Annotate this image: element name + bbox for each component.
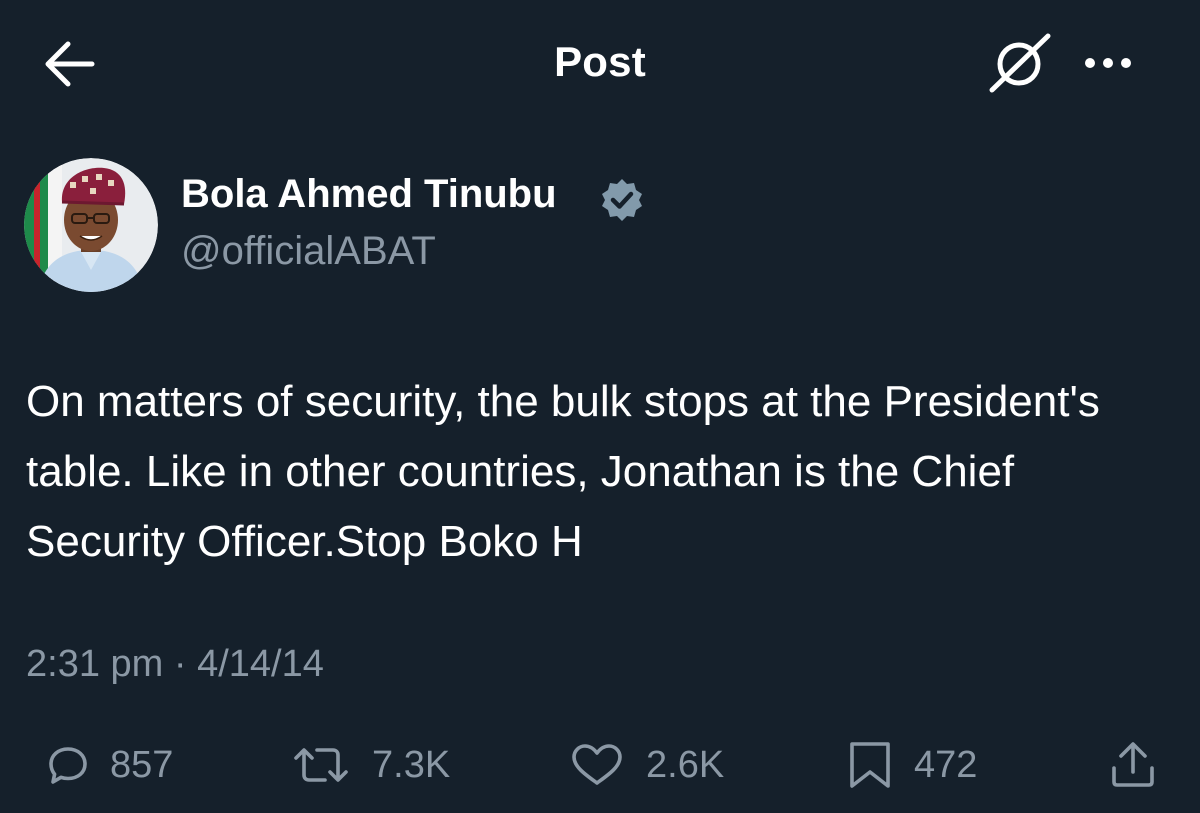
share-icon [1112,742,1154,787]
reply-count: 857 [110,743,174,786]
verified-badge-icon [602,179,642,221]
author-name[interactable]: Bola Ahmed Tinubu [181,172,557,217]
like-button[interactable]: 2.6K [570,730,724,800]
repost-count: 7.3K [372,743,451,786]
share-button[interactable] [1108,730,1158,800]
repost-button[interactable]: 7.3K [292,730,450,800]
repost-icon [294,748,348,782]
bookmark-button[interactable]: 472 [848,730,977,800]
post-timestamp: 2:31 pm · 4/14/14 [26,643,324,686]
bookmark-count: 472 [914,743,978,786]
bookmark-icon [850,742,890,788]
post-text: On matters of security, the bulk stops a… [26,377,1100,566]
grok-button[interactable] [988,32,1052,94]
post-detail-page: Post Bola Ahmed Tinubu @officialABAT On … [0,0,1200,813]
more-options-button[interactable] [1080,48,1140,78]
reply-button[interactable]: 857 [48,730,173,800]
heart-icon [572,744,622,785]
timestamp-separator: · [173,643,187,685]
like-count: 2.6K [646,743,725,786]
top-bar: Post [0,0,1200,125]
post-time[interactable]: 2:31 pm [26,643,163,685]
avatar[interactable] [24,158,158,292]
reply-icon [49,747,87,784]
action-bar: 857 7.3K 2.6K 472 [0,730,1200,800]
author-handle[interactable]: @officialABAT [181,229,436,274]
grok-icon [989,33,1051,93]
more-dots-icon [1085,58,1131,68]
profile-photo [24,158,158,292]
post-date[interactable]: 4/14/14 [197,643,324,685]
